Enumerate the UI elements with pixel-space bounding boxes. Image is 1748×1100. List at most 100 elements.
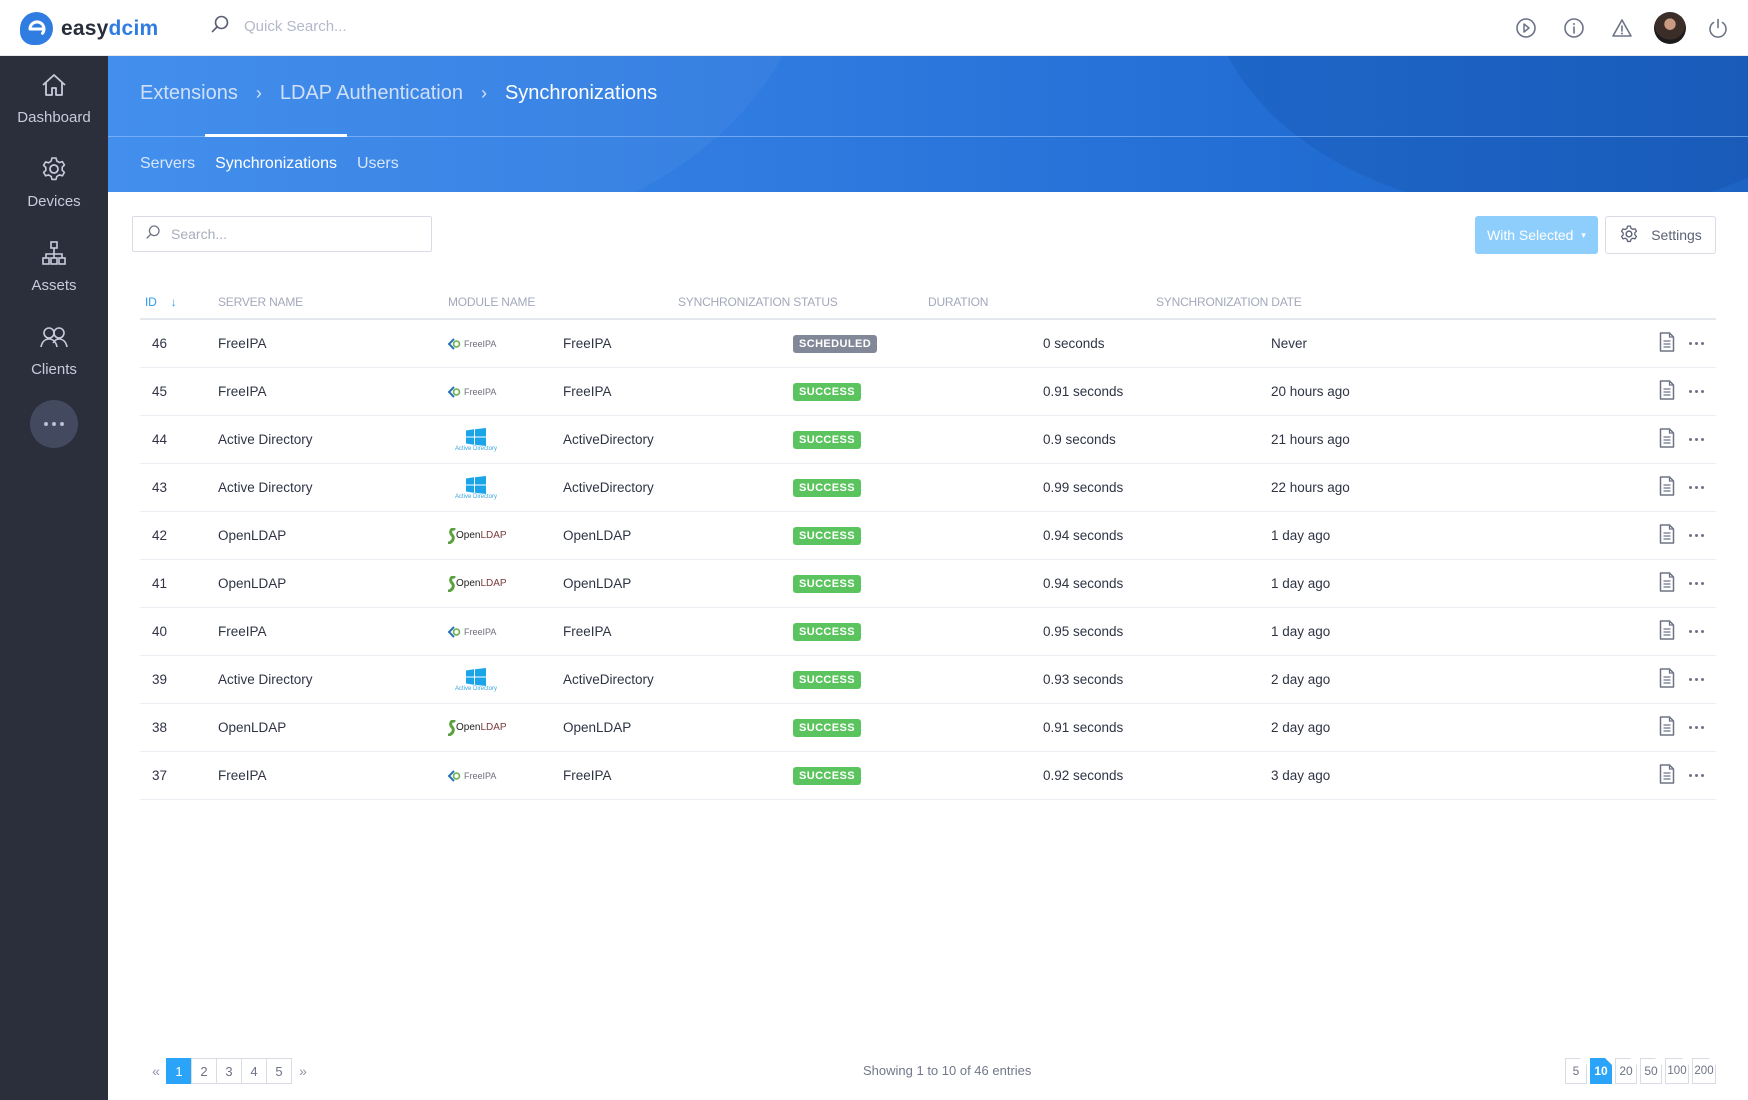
search-input[interactable] (171, 226, 411, 242)
table-row[interactable]: 37 FreeIPA FreeIPA FreeIPA SUCCESS 0.92 … (140, 752, 1716, 800)
page-size-10-option[interactable]: 10 (1590, 1058, 1612, 1084)
tabs: Servers Synchronizations Users (130, 134, 409, 192)
log-document-icon[interactable] (1659, 716, 1675, 739)
double-chevron-right-icon[interactable]: » (292, 1063, 314, 1079)
cell-server-name: OpenLDAP (218, 528, 287, 543)
table-row[interactable]: 43 Active Directory Active Directory Act… (140, 464, 1716, 512)
double-chevron-left-icon[interactable]: « (145, 1063, 167, 1079)
info-icon[interactable] (1550, 0, 1598, 56)
cell-module-name: FreeIPA (563, 336, 612, 351)
table-row[interactable]: 44 Active Directory Active Directory Act… (140, 416, 1716, 464)
log-document-icon[interactable] (1659, 572, 1675, 595)
user-avatar[interactable] (1646, 0, 1694, 56)
more-actions-icon[interactable] (1689, 726, 1704, 729)
log-document-icon[interactable] (1659, 332, 1675, 355)
page-5-button[interactable]: 5 (266, 1058, 292, 1084)
table-row[interactable]: 38 OpenLDAP Open LDAP OpenLDAP SUCCESS 0.… (140, 704, 1716, 752)
column-header-id[interactable]: ID ↓ (140, 295, 218, 309)
cell-duration: 0.94 seconds (1043, 576, 1124, 591)
more-actions-icon[interactable] (1689, 486, 1704, 489)
sidebar-item-dashboard[interactable]: Dashboard (0, 56, 108, 140)
page-size-50-option[interactable]: 50 (1640, 1058, 1662, 1084)
page-1-button[interactable]: 1 (166, 1058, 192, 1084)
more-actions-icon[interactable] (1689, 582, 1704, 585)
cell-module-name: FreeIPA (563, 384, 612, 399)
warning-icon[interactable] (1598, 0, 1646, 56)
cell-module-name: FreeIPA (563, 768, 612, 783)
cell-module-name: ActiveDirectory (563, 480, 654, 495)
log-document-icon[interactable] (1659, 668, 1675, 691)
cell-duration: 0.94 seconds (1043, 528, 1124, 543)
tab-users[interactable]: Users (347, 136, 409, 192)
quick-search-placeholder[interactable]: Quick Search... (244, 18, 347, 35)
entries-summary: Showing 1 to 10 of 46 entries (863, 1063, 1032, 1078)
log-document-icon[interactable] (1659, 428, 1675, 451)
status-badge: SUCCESS (793, 622, 861, 641)
top-actions (1502, 0, 1748, 56)
more-actions-icon[interactable] (1689, 630, 1704, 633)
more-actions-icon[interactable] (1689, 678, 1704, 681)
log-document-icon[interactable] (1659, 620, 1675, 643)
sidebar-item-clients[interactable]: Clients (0, 308, 108, 392)
more-actions-icon[interactable] (1689, 774, 1704, 777)
status-badge: SUCCESS (793, 430, 861, 449)
table-search[interactable] (132, 216, 432, 252)
more-actions-icon[interactable] (1689, 534, 1704, 537)
cell-id: 38 (152, 720, 168, 735)
column-header-duration[interactable]: Duration (928, 295, 1156, 309)
cell-duration: 0.95 seconds (1043, 624, 1124, 639)
page-3-button[interactable]: 3 (216, 1058, 242, 1084)
column-header-status[interactable]: Synchronization Status (678, 295, 928, 309)
cell-module-name: OpenLDAP (563, 576, 632, 591)
quick-search[interactable]: Quick Search... (210, 14, 347, 39)
with-selected-button[interactable]: With Selected ▾ (1475, 216, 1598, 254)
cell-sync-date: Never (1271, 336, 1308, 351)
brand-logo[interactable]: easydcim (20, 12, 158, 45)
more-horizontal-icon[interactable] (30, 400, 78, 448)
page-4-button[interactable]: 4 (241, 1058, 267, 1084)
gear-icon (40, 155, 68, 187)
cell-module-logo: Open LDAP (448, 719, 563, 736)
settings-button[interactable]: Settings (1605, 216, 1716, 254)
breadcrumb-ldap-authentication[interactable]: LDAP Authentication (280, 82, 463, 105)
sidebar-item-devices[interactable]: Devices (0, 140, 108, 224)
play-circle-icon[interactable] (1502, 0, 1550, 56)
avatar[interactable] (1654, 12, 1686, 44)
status-badge: SUCCESS (793, 526, 861, 545)
log-document-icon[interactable] (1659, 380, 1675, 403)
table-row[interactable]: 41 OpenLDAP Open LDAP OpenLDAP SUCCESS 0.… (140, 560, 1716, 608)
active-directory-logo: Active Directory (448, 427, 504, 452)
cell-server-name: OpenLDAP (218, 720, 287, 735)
page-size-5-option[interactable]: 5 (1565, 1058, 1587, 1084)
log-document-icon[interactable] (1659, 476, 1675, 499)
cell-module-logo: Open LDAP (448, 527, 563, 544)
openldap-logo: Open LDAP (448, 575, 563, 592)
page-2-button[interactable]: 2 (191, 1058, 217, 1084)
page-size-200-option[interactable]: 200 (1692, 1058, 1716, 1084)
page-size-20-option[interactable]: 20 (1615, 1058, 1637, 1084)
table-row[interactable]: 46 FreeIPA FreeIPA FreeIPA SCHEDULED 0 s… (140, 320, 1716, 368)
table-row[interactable]: 45 FreeIPA FreeIPA FreeIPA SUCCESS 0.91 … (140, 368, 1716, 416)
breadcrumb-extensions[interactable]: Extensions (140, 82, 238, 105)
cell-module-logo: Open LDAP (448, 575, 563, 592)
table-row[interactable]: 42 OpenLDAP Open LDAP OpenLDAP SUCCESS 0.… (140, 512, 1716, 560)
table-row[interactable]: 40 FreeIPA FreeIPA FreeIPA SUCCESS 0.95 … (140, 608, 1716, 656)
more-actions-icon[interactable] (1689, 342, 1704, 345)
log-document-icon[interactable] (1659, 524, 1675, 547)
cell-module-logo: Active Directory (448, 427, 563, 452)
cell-sync-date: 1 day ago (1271, 576, 1331, 591)
log-document-icon[interactable] (1659, 764, 1675, 787)
tab-servers[interactable]: Servers (130, 136, 205, 192)
cell-server-name: Active Directory (218, 672, 313, 687)
table-row[interactable]: 39 Active Directory Active Directory Act… (140, 656, 1716, 704)
tab-synchronizations[interactable]: Synchronizations (205, 134, 347, 192)
page-size-100-option[interactable]: 100 (1665, 1058, 1689, 1084)
more-actions-icon[interactable] (1689, 438, 1704, 441)
home-icon (40, 71, 68, 103)
column-header-module-name[interactable]: Module Name (333, 295, 678, 309)
power-icon[interactable] (1694, 0, 1742, 56)
cell-module-logo: Active Directory (448, 475, 563, 500)
sidebar-item-assets[interactable]: Assets (0, 224, 108, 308)
column-header-date[interactable]: Synchronization Date (1156, 295, 1516, 309)
more-actions-icon[interactable] (1689, 390, 1704, 393)
